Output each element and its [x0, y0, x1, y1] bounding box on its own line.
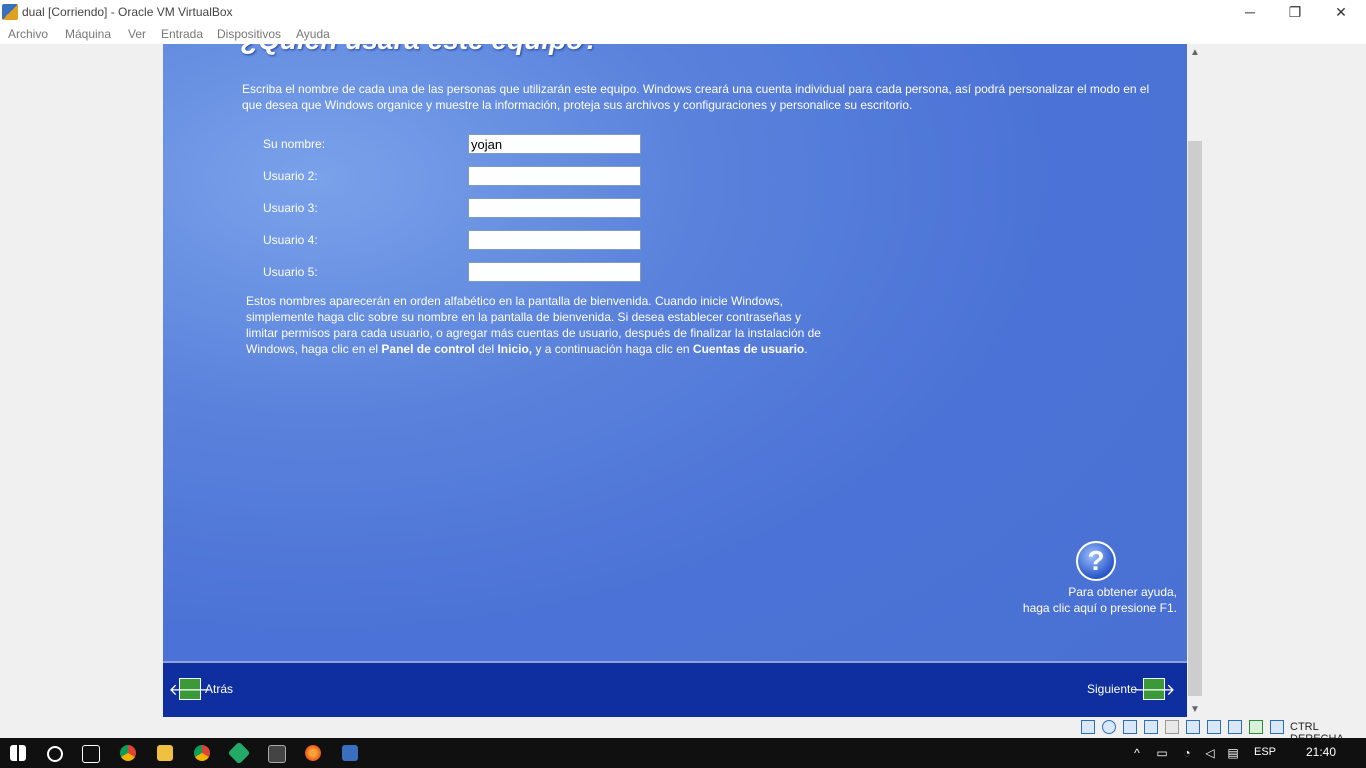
menu-maquina[interactable]: Máquina: [65, 27, 111, 41]
cpu-icon[interactable]: [1249, 720, 1263, 734]
su-nombre-input[interactable]: [468, 134, 641, 154]
page-title: ¿Quién usará este equipo?: [241, 44, 600, 56]
title-bar: dual [Corriendo] - Oracle VM VirtualBox …: [0, 0, 1366, 24]
terminal-icon[interactable]: [268, 745, 286, 763]
scroll-down-icon[interactable]: ▼: [1187, 701, 1203, 717]
info-inicio: Inicio,: [497, 342, 533, 356]
restore-button[interactable]: ❐: [1272, 0, 1318, 24]
intro-text: Escriba el nombre de cada una de las per…: [242, 82, 1150, 112]
mouse-integration-icon[interactable]: [1270, 720, 1284, 734]
menu-bar: Archivo Máquina Ver Entrada Dispositivos…: [0, 24, 1366, 44]
help-line-1: Para obtener ayuda,: [1068, 585, 1177, 599]
windows-start-icon[interactable]: [10, 745, 26, 761]
usuario-2-input[interactable]: [468, 166, 641, 186]
help-text[interactable]: Para obtener ayuda, haga clic aquí o pre…: [983, 584, 1177, 616]
chrome-icon[interactable]: [120, 745, 136, 761]
next-button[interactable]: Siguiente: [1087, 682, 1137, 696]
scroll-thumb[interactable]: [1188, 141, 1202, 696]
close-button[interactable]: ✕: [1318, 0, 1364, 24]
vertical-scrollbar[interactable]: ▲ ▼: [1187, 44, 1203, 717]
volume-icon[interactable]: ◁: [1203, 746, 1217, 760]
shared-folders-icon[interactable]: [1186, 720, 1200, 734]
cortana-search-icon[interactable]: [47, 746, 63, 762]
menu-ver[interactable]: Ver: [128, 27, 146, 41]
chrome-icon[interactable]: [194, 745, 210, 761]
taskbar: ^ ▭ ◔ ◁ ▤ ESP 21:40: [0, 738, 1366, 768]
info-cuentas-usuario: Cuentas de usuario: [692, 342, 805, 356]
clock[interactable]: 21:40: [1306, 745, 1336, 759]
task-view-icon[interactable]: [82, 745, 100, 763]
usuario-3-input[interactable]: [468, 198, 641, 218]
language-indicator[interactable]: ESP: [1254, 746, 1276, 758]
audio-icon[interactable]: [1123, 720, 1137, 734]
hard-disk-icon[interactable]: [1081, 720, 1095, 734]
info-text-part4: .: [804, 342, 808, 356]
usuario-4-input[interactable]: [468, 230, 641, 250]
window-title: dual [Corriendo] - Oracle VM VirtualBox: [22, 5, 233, 19]
vm-display-area: ¿Quién usará este equipo? Escriba el nom…: [0, 44, 1366, 718]
minimize-button[interactable]: ─: [1227, 0, 1273, 24]
info-text: Estos nombres aparecerán en orden alfabé…: [246, 293, 836, 357]
firefox-icon[interactable]: [305, 745, 321, 761]
help-icon[interactable]: ?: [1076, 541, 1116, 581]
label-su-nombre: Su nombre:: [263, 137, 326, 151]
guest-screen[interactable]: ¿Quién usará este equipo? Escriba el nom…: [163, 44, 1187, 717]
menu-ayuda[interactable]: Ayuda: [296, 27, 330, 41]
usb-icon[interactable]: [1165, 720, 1179, 734]
wizard-nav-bar: 🡐 Atrás Siguiente 🡒: [163, 661, 1187, 717]
back-arrow-icon[interactable]: 🡐: [169, 678, 211, 700]
label-usuario-4: Usuario 4:: [263, 233, 318, 247]
network-icon[interactable]: [1144, 720, 1158, 734]
virtualbox-icon[interactable]: [342, 745, 358, 761]
show-hidden-icons-icon[interactable]: ^: [1130, 746, 1144, 760]
git-icon[interactable]: [227, 741, 251, 765]
notifications-icon[interactable]: ▤: [1226, 746, 1240, 760]
video-capture-icon[interactable]: [1228, 720, 1242, 734]
virtualbox-app-icon: [2, 4, 18, 20]
wifi-icon[interactable]: ◔: [1180, 746, 1194, 760]
display-icon[interactable]: [1207, 720, 1221, 734]
info-text-part2: del: [474, 342, 498, 356]
menu-archivo[interactable]: Archivo: [8, 27, 48, 41]
menu-entrada[interactable]: Entrada: [161, 27, 203, 41]
vm-status-bar: CTRL DERECHA: [0, 718, 1366, 745]
file-explorer-icon[interactable]: [157, 745, 173, 761]
usuario-5-input[interactable]: [468, 262, 641, 282]
back-button[interactable]: Atrás: [205, 682, 233, 696]
next-arrow-icon[interactable]: 🡒: [1133, 678, 1175, 700]
optical-drive-icon[interactable]: [1102, 720, 1116, 734]
info-text-part3: y a continuación haga clic en: [532, 342, 693, 356]
label-usuario-3: Usuario 3:: [263, 201, 318, 215]
battery-icon[interactable]: ▭: [1155, 746, 1169, 760]
label-usuario-2: Usuario 2:: [263, 169, 318, 183]
help-line-2: haga clic aquí o presione F1.: [1022, 601, 1177, 615]
info-panel-control: Panel de control: [381, 342, 475, 356]
label-usuario-5: Usuario 5:: [263, 265, 318, 279]
menu-dispositivos[interactable]: Dispositivos: [217, 27, 281, 41]
scroll-up-icon[interactable]: ▲: [1187, 44, 1203, 60]
